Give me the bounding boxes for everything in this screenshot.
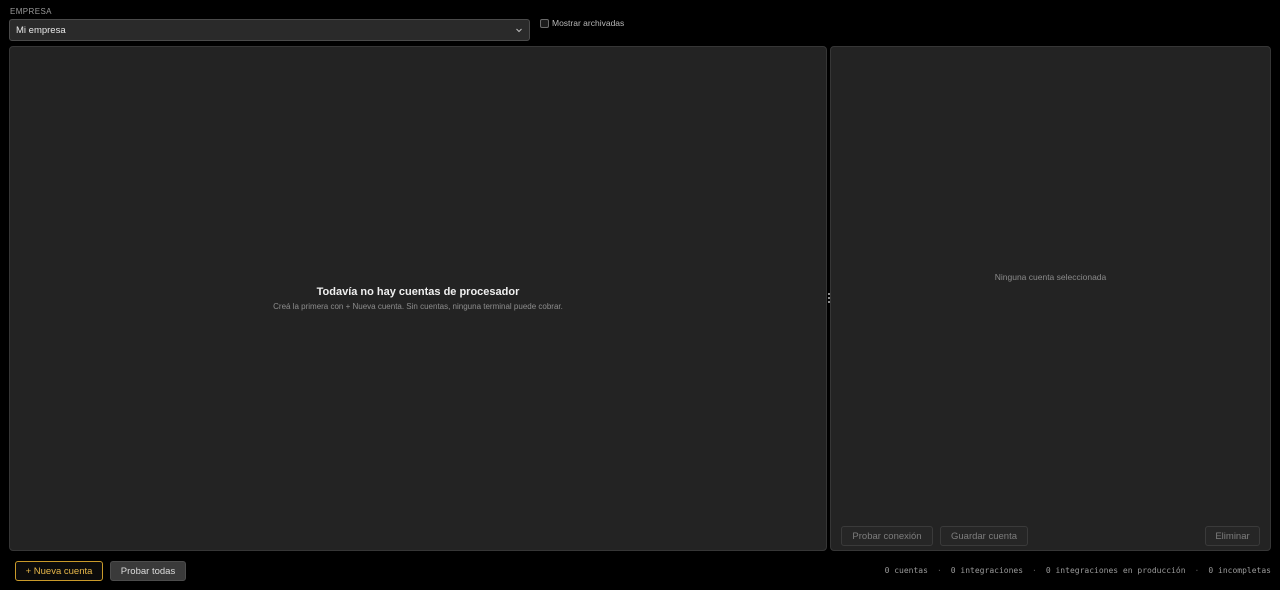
stat-integrations: 0 integraciones <box>950 566 1024 575</box>
company-select[interactable]: Mi empresa <box>9 19 530 41</box>
test-connection-button[interactable]: Probar conexión <box>841 526 933 546</box>
show-archived-toggle[interactable]: Mostrar archivadas <box>540 18 624 28</box>
account-detail-panel: Ninguna cuenta seleccionada Probar conex… <box>830 46 1271 551</box>
empty-state-title: Todavía no hay cuentas de procesador <box>316 286 520 298</box>
company-select-value: Mi empresa <box>16 24 66 36</box>
show-archived-checkbox[interactable] <box>540 18 549 28</box>
stat-separator: · <box>1032 566 1037 575</box>
chevron-down-icon <box>516 28 522 33</box>
accounts-list-panel: Todavía no hay cuentas de procesador Cre… <box>9 46 827 551</box>
stat-separator: · <box>936 566 942 575</box>
new-account-button[interactable]: + Nueva cuenta <box>15 561 103 581</box>
test-all-button[interactable]: Probar todas <box>110 561 186 581</box>
empty-state-subtitle: Creá la primera con + Nueva cuenta. Sin … <box>273 302 563 311</box>
stat-incomplete: 0 incompletas <box>1208 566 1271 575</box>
status-bar: 0 cuentas · 0 integraciones · 0 integrac… <box>885 566 1271 575</box>
stat-production: 0 integraciones en producción <box>1045 566 1186 575</box>
save-account-button[interactable]: Guardar cuenta <box>940 526 1028 546</box>
no-selection-text: Ninguna cuenta seleccionada <box>994 272 1107 282</box>
stat-separator: · <box>1194 566 1200 575</box>
stat-accounts: 0 cuentas <box>884 566 928 575</box>
show-archived-label: Mostrar archivadas <box>552 18 625 28</box>
company-label: EMPRESA <box>10 7 52 16</box>
delete-button[interactable]: Eliminar <box>1205 526 1260 546</box>
